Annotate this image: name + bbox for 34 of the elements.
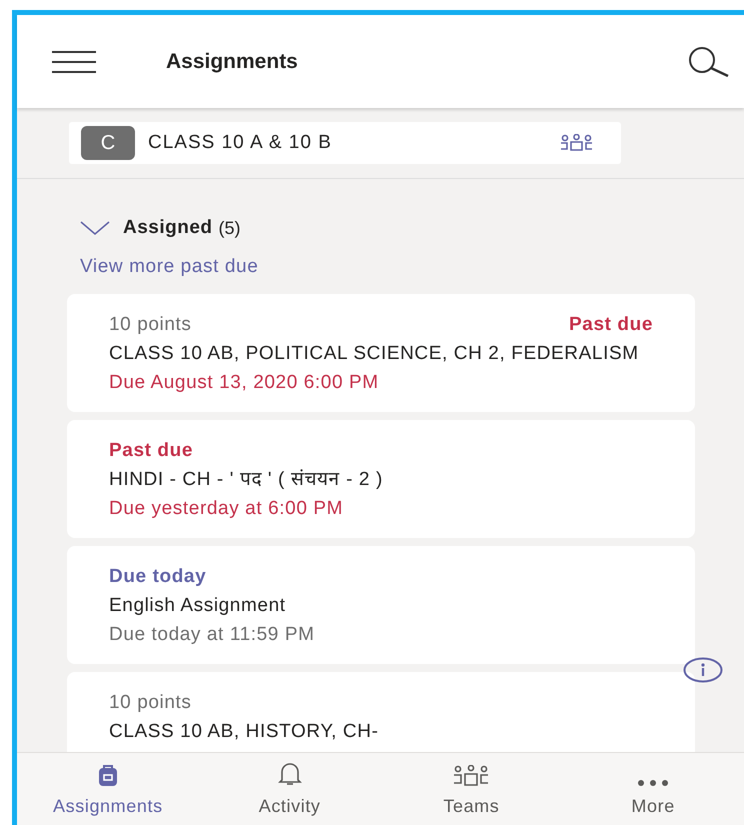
bell-icon <box>276 761 303 787</box>
view-more-past-due-link[interactable]: View more past due <box>80 256 258 276</box>
assignment-card[interactable]: Due today English Assignment Due today at 11:59 PM <box>67 546 695 664</box>
class-selector[interactable]: C CLASS 10 A & 10 B <box>69 122 621 164</box>
info-icon[interactable] <box>683 657 723 683</box>
people-icon[interactable] <box>559 134 594 152</box>
due-date: Due August 13, 2020 6:00 PM <box>109 372 380 394</box>
assignment-card[interactable]: Past due HINDI - CH - ' पद ' ( संचयन - 2 ) Due yesterday at 6:00 PM <box>67 420 695 538</box>
class-name: CLASS 10 A & 10 B <box>148 130 332 155</box>
page-title: Assignments <box>166 48 298 75</box>
assignment-title: CLASS 10 AB, HISTORY, CH- <box>109 720 380 744</box>
assignment-card[interactable]: 10 points CLASS 10 AB, HISTORY, CH- <box>67 672 695 752</box>
points-label: 10 points <box>109 314 192 336</box>
class-avatar: C <box>81 126 135 160</box>
section-title: Assigned <box>123 216 213 240</box>
status-label: Past due <box>569 314 653 336</box>
people-icon <box>452 765 490 787</box>
assignment-title: HINDI - CH - ' पद ' ( संचयन - 2 ) <box>109 468 384 492</box>
due-date: Due yesterday at 6:00 PM <box>109 498 344 520</box>
due-date: Due today at 11:59 PM <box>109 624 316 646</box>
tab-bar-item[interactable]: More <box>562 753 744 825</box>
section-count: (5) <box>218 216 241 240</box>
status-label: Due today <box>109 566 208 588</box>
chevron-down-icon[interactable] <box>80 221 110 236</box>
assignment-title: English Assignment <box>109 594 287 618</box>
tab-bar-item[interactable]: Assignments <box>17 753 199 825</box>
more-icon <box>636 779 670 787</box>
tab-bar-item[interactable]: Teams <box>380 753 562 825</box>
assignment-card[interactable]: 10 points Past due CLASS 10 AB, POLITICAL SCIENCE, CH 2, FEDERALISM Due August 13, 2020 6:00 PM <box>67 294 695 412</box>
tab-bar-item[interactable]: Activity <box>198 753 380 825</box>
points-label: 10 points <box>109 692 192 714</box>
status-label: Past due <box>109 440 194 462</box>
menu-icon[interactable] <box>52 50 96 72</box>
assignment-title: CLASS 10 AB, POLITICAL SCIENCE, CH 2, FEDERALISM <box>109 342 640 366</box>
